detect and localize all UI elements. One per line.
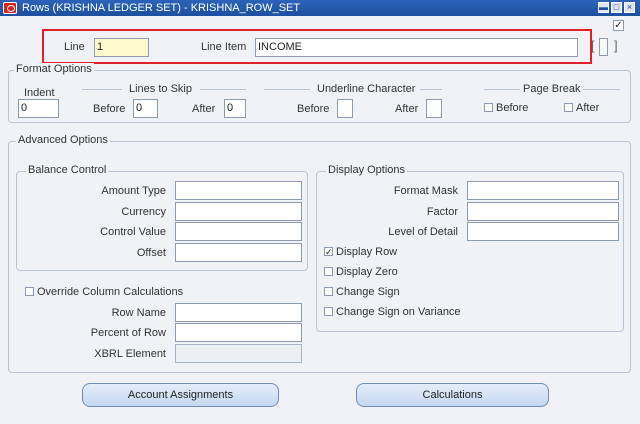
level-of-detail-field[interactable] bbox=[467, 222, 619, 241]
skip-before-label: Before bbox=[93, 103, 126, 115]
corner-checkbox[interactable]: ✓ bbox=[613, 20, 624, 31]
row-name-field[interactable] bbox=[175, 303, 302, 322]
control-value-field[interactable] bbox=[175, 222, 302, 241]
format-mask-label: Format Mask bbox=[393, 185, 458, 197]
separator bbox=[82, 89, 122, 90]
underline-after-label: After bbox=[395, 103, 419, 115]
bracket-left: [ bbox=[591, 38, 595, 53]
xbrl-element-label: XBRL Element bbox=[94, 348, 166, 360]
calculations-button[interactable]: Calculations bbox=[356, 383, 549, 407]
factor-field[interactable] bbox=[467, 202, 619, 221]
separator bbox=[583, 89, 620, 90]
page-break-before-checkbox[interactable] bbox=[484, 103, 493, 112]
override-column-calc-checkbox[interactable] bbox=[25, 287, 34, 296]
row-name-label: Row Name bbox=[111, 307, 166, 319]
page-break-before-label: Before bbox=[496, 102, 529, 114]
underline-char-label: Underline Character bbox=[317, 83, 416, 95]
page-break-label: Page Break bbox=[523, 83, 581, 95]
page-break-after-label: After bbox=[576, 102, 600, 114]
check-icon: ✓ bbox=[325, 247, 333, 257]
account-assignments-button[interactable]: Account Assignments bbox=[82, 383, 279, 407]
separator bbox=[200, 89, 246, 90]
oracle-app-icon bbox=[3, 2, 17, 14]
underline-after-field[interactable] bbox=[426, 99, 442, 118]
bracket-right: ] bbox=[614, 38, 618, 53]
line-item-field[interactable]: INCOME bbox=[255, 38, 578, 57]
offset-field[interactable] bbox=[175, 243, 302, 262]
change-sign-variance-checkbox[interactable] bbox=[324, 307, 333, 316]
skip-after-field[interactable]: 0 bbox=[224, 99, 246, 118]
indent-field[interactable]: 0 bbox=[18, 99, 59, 118]
display-row-checkbox[interactable]: ✓ bbox=[324, 247, 333, 257]
minimize-icon: ▬ bbox=[599, 2, 608, 12]
minimize-button[interactable]: ▬ bbox=[598, 2, 609, 13]
maximize-button[interactable]: □ bbox=[611, 2, 622, 13]
control-value-label: Control Value bbox=[100, 226, 166, 238]
balance-control-title: Balance Control bbox=[26, 164, 109, 176]
display-row-label: Display Row bbox=[336, 246, 398, 258]
currency-field[interactable] bbox=[175, 202, 302, 221]
window-titlebar: Rows (KRISHNA LEDGER SET) - KRISHNA_ROW_… bbox=[0, 0, 640, 16]
indent-label: Indent bbox=[24, 87, 55, 99]
lines-to-skip-label: Lines to Skip bbox=[129, 83, 192, 95]
level-of-detail-label: Level of Detail bbox=[388, 226, 458, 238]
separator bbox=[420, 89, 442, 90]
override-column-calc-label: Override Column Calculations bbox=[37, 286, 184, 298]
format-mask-field[interactable] bbox=[467, 181, 619, 200]
underline-before-label: Before bbox=[297, 103, 330, 115]
page-break-after-checkbox[interactable] bbox=[564, 103, 573, 112]
change-sign-checkbox[interactable] bbox=[324, 287, 333, 296]
xbrl-element-field bbox=[175, 344, 302, 363]
offset-label: Offset bbox=[136, 247, 166, 259]
amount-type-field[interactable] bbox=[175, 181, 302, 200]
close-button[interactable]: × bbox=[624, 2, 635, 13]
descriptive-flexfield[interactable] bbox=[599, 38, 608, 56]
underline-before-field[interactable] bbox=[337, 99, 353, 118]
close-icon: × bbox=[626, 2, 633, 12]
skip-before-field[interactable]: 0 bbox=[133, 99, 158, 118]
advanced-options-title: Advanced Options bbox=[16, 134, 110, 146]
currency-label: Currency bbox=[121, 206, 166, 218]
maximize-icon: □ bbox=[613, 2, 620, 12]
separator bbox=[484, 89, 520, 90]
change-sign-variance-label: Change Sign on Variance bbox=[336, 306, 461, 318]
factor-label: Factor bbox=[426, 206, 458, 218]
separator bbox=[264, 89, 310, 90]
display-zero-checkbox[interactable] bbox=[324, 267, 333, 276]
line-field[interactable]: 1 bbox=[94, 38, 149, 57]
display-zero-label: Display Zero bbox=[336, 266, 398, 278]
amount-type-label: Amount Type bbox=[101, 185, 166, 197]
change-sign-label: Change Sign bbox=[336, 286, 400, 298]
percent-of-row-field[interactable] bbox=[175, 323, 302, 342]
window-title: Rows (KRISHNA LEDGER SET) - KRISHNA_ROW_… bbox=[22, 2, 301, 14]
format-options-group bbox=[8, 70, 631, 123]
line-label: Line bbox=[64, 41, 85, 53]
percent-of-row-label: Percent of Row bbox=[90, 327, 166, 339]
format-options-title: Format Options bbox=[14, 63, 94, 75]
line-item-label: Line Item bbox=[201, 41, 247, 53]
skip-after-label: After bbox=[192, 103, 216, 115]
display-options-title: Display Options bbox=[326, 164, 408, 176]
check-icon: ✓ bbox=[614, 20, 623, 31]
